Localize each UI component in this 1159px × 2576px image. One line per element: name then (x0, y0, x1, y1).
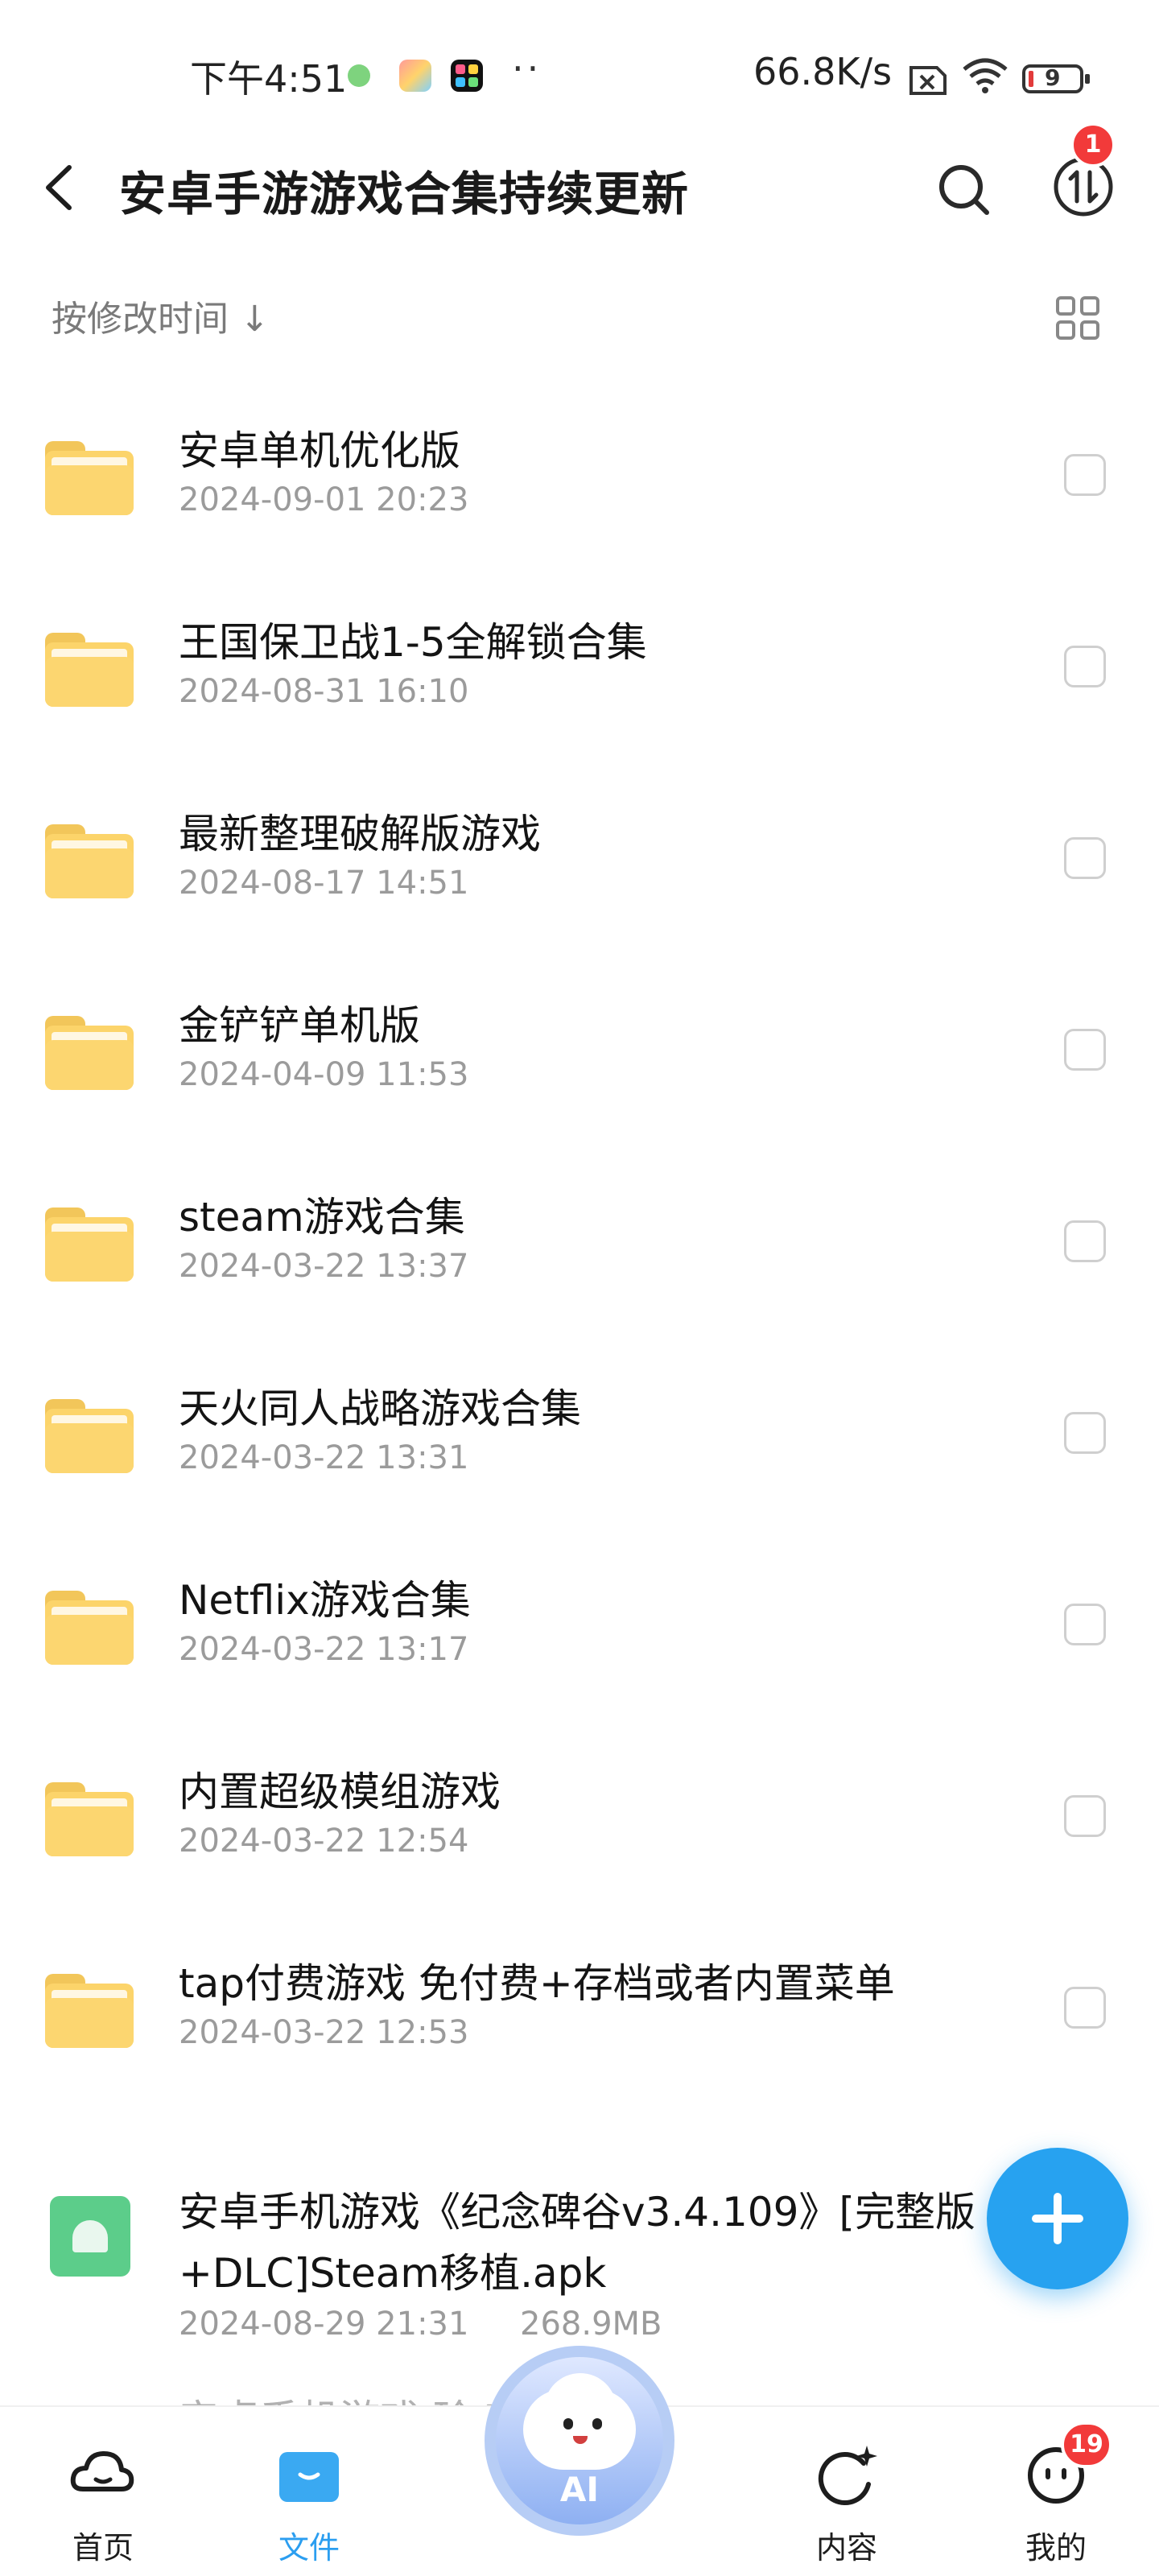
file-date: 2024-08-29 21:31 (179, 2306, 469, 2343)
folder-icon (45, 1974, 134, 2048)
file-size: 268.9MB (520, 2306, 662, 2343)
search-button[interactable] (932, 158, 996, 222)
folder-icon (45, 1782, 134, 1856)
file-date: 2024-03-22 13:17 (179, 1631, 469, 1668)
list-item[interactable]: 安卓单机优化版 2024-09-01 20:23 (0, 378, 1159, 570)
status-time: 下午4:51 (190, 57, 348, 101)
file-name: tap付费游戏 免付费+存档或者内置菜单 (179, 1960, 895, 2007)
file-date: 2024-09-01 20:23 (179, 481, 469, 518)
file-date: 2024-08-31 16:10 (179, 673, 469, 710)
tab-label: 文件 (278, 2530, 340, 2566)
no-sim-icon (905, 64, 948, 100)
file-date: 2024-08-17 14:51 (179, 865, 469, 902)
folder-icon (45, 1591, 134, 1665)
ai-cloud-mascot-icon: AI (496, 2357, 663, 2524)
select-checkbox[interactable] (1064, 1987, 1106, 2029)
tab-files[interactable]: 文件 (245, 2426, 373, 2566)
folder-icon (45, 1208, 134, 1282)
list-item[interactable]: 最新整理破解版游戏 2024-08-17 14:51 (0, 762, 1159, 953)
wifi-icon (961, 56, 1009, 98)
select-checkbox[interactable] (1064, 837, 1106, 879)
page-title: 安卓手游游戏合集持续更新 (119, 167, 690, 221)
transfer-button[interactable]: 1 (1051, 122, 1116, 219)
folder-icon (45, 1399, 134, 1473)
add-button[interactable] (987, 2148, 1128, 2289)
file-name: steam游戏合集 (179, 1194, 465, 1241)
tab-home[interactable]: 首页 (39, 2426, 167, 2566)
file-name: 天火同人战略游戏合集 (179, 1385, 581, 1432)
cloud-home-icon (70, 2451, 134, 2491)
puzzle-app-icon (451, 60, 483, 92)
select-checkbox[interactable] (1064, 1220, 1106, 1262)
more-notifications-icon: ·· (512, 47, 542, 90)
list-item[interactable]: tap付费游戏 免付费+存档或者内置菜单 2024-03-22 12:53 (0, 1911, 1159, 2103)
network-speed: 66.8K/s (753, 50, 893, 93)
ai-assistant-button[interactable]: AI (485, 2346, 674, 2536)
select-checkbox[interactable] (1064, 1029, 1106, 1071)
file-date: 2024-03-22 13:37 (179, 1248, 469, 1285)
tab-label: 我的 (1025, 2530, 1087, 2566)
folder-icon (45, 824, 134, 898)
folder-tab-icon (279, 2452, 339, 2502)
list-item[interactable]: 天火同人战略游戏合集 2024-03-22 13:31 (0, 1336, 1159, 1528)
sort-by-modified-button[interactable]: 按修改时间 ↓ (52, 290, 270, 341)
file-date: 2024-03-22 13:31 (179, 1439, 469, 1476)
file-name: 金铲铲单机版 (179, 1002, 420, 1049)
battery-icon: 9 (1022, 64, 1090, 93)
alien-app-icon (348, 64, 370, 87)
grid-view-icon[interactable] (1054, 295, 1101, 341)
select-checkbox[interactable] (1064, 646, 1106, 687)
select-checkbox[interactable] (1064, 1412, 1106, 1454)
list-item[interactable]: 金铲铲单机版 2024-04-09 11:53 (0, 953, 1159, 1145)
tab-label: 首页 (72, 2530, 134, 2566)
select-checkbox[interactable] (1064, 1604, 1106, 1645)
file-name: Netflix游戏合集 (179, 1577, 471, 1624)
tab-mine[interactable]: 19 我的 (992, 2421, 1120, 2566)
list-item[interactable]: steam游戏合集 2024-03-22 13:37 (0, 1145, 1159, 1336)
folder-icon (45, 1016, 134, 1090)
ai-label: AI (559, 2470, 600, 2509)
list-item[interactable]: 安卓手机游戏《纪念碑谷v3.4.109》[完整版 +DLC]Steam移植.ap… (0, 2103, 1159, 2344)
file-name: 安卓单机优化版 (179, 427, 460, 474)
gallery-app-icon (399, 60, 431, 92)
file-name: 王国保卫战1-5全解锁合集 (179, 619, 647, 666)
file-date: 2024-04-09 11:53 (179, 1056, 469, 1093)
select-checkbox[interactable] (1064, 454, 1106, 496)
search-icon (939, 165, 989, 215)
list-item[interactable]: Netflix游戏合集 2024-03-22 13:17 (0, 1528, 1159, 1719)
list-item[interactable]: 王国保卫战1-5全解锁合集 2024-08-31 16:10 (0, 570, 1159, 762)
tab-content[interactable]: 内容 (782, 2426, 911, 2566)
list-item[interactable]: 内置超级模组游戏 2024-03-22 12:54 (0, 1719, 1159, 1911)
file-name: 最新整理破解版游戏 (179, 811, 541, 857)
file-name-line2: +DLC]Steam移植.apk (179, 2250, 607, 2297)
select-checkbox[interactable] (1064, 1795, 1106, 1837)
file-name-line1: 安卓手机游戏《纪念碑谷v3.4.109》[完整版 (179, 2189, 975, 2235)
chevron-left-icon (46, 165, 72, 210)
back-button[interactable] (34, 159, 90, 216)
file-date: 2024-03-22 12:54 (179, 1823, 469, 1860)
folder-icon (45, 633, 134, 707)
android-apk-icon (50, 2196, 130, 2277)
refresh-spark-icon (818, 2446, 877, 2506)
transfer-badge: 1 (1070, 122, 1116, 167)
header-bar: 安卓手游游戏合集持续更新 1 (0, 122, 1159, 242)
mine-badge: 19 (1061, 2421, 1112, 2468)
file-date: 2024-03-22 12:53 (179, 2014, 469, 2051)
file-name: 内置超级模组游戏 (179, 1769, 501, 1815)
battery-level: 9 (1045, 64, 1061, 91)
sort-bar: 按修改时间 ↓ (0, 290, 1159, 354)
folder-icon (45, 441, 134, 515)
tab-label: 内容 (815, 2530, 877, 2566)
